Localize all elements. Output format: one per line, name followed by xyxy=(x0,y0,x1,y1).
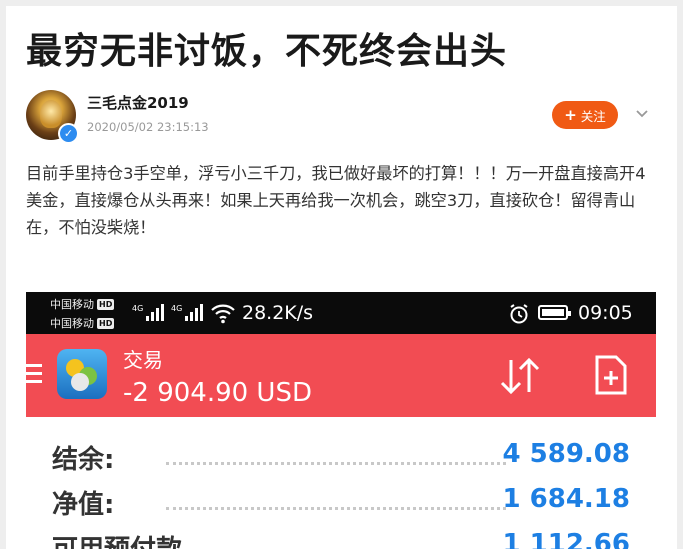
row-dotted-leader xyxy=(166,462,506,465)
page-top-edge xyxy=(0,0,683,6)
trade-app-bar: 交易 -2 904.90 USD xyxy=(26,334,656,417)
avatar-image xyxy=(40,100,62,128)
follow-button[interactable]: + 关注 xyxy=(552,101,618,129)
signal-4g-icon: 4G xyxy=(171,304,203,321)
row-value: 4 589.08 xyxy=(502,439,630,469)
verified-badge-icon: ✓ xyxy=(58,123,79,144)
svg-text:4G: 4G xyxy=(132,304,143,313)
sort-arrows-icon[interactable] xyxy=(498,356,542,396)
trade-screen-title: 交易 xyxy=(123,348,163,372)
metatrader-logo-icon xyxy=(57,349,107,399)
account-summary: 结余: 4 589.08 净值: 1 684.18 可用预付款 1 112.66 xyxy=(26,417,656,549)
hd-badge: HD xyxy=(97,299,115,310)
phone-status-bar: 中国移动 HD 中国移动 HD 4G 4G 28.2K/s 09:05 xyxy=(26,292,656,334)
balance-row: 结余: 4 589.08 xyxy=(26,439,656,485)
page-right-edge xyxy=(677,0,683,549)
carrier-label-1: 中国移动 HD xyxy=(50,298,115,311)
article-title: 最穷无非讨饭，不死终会出头 xyxy=(26,31,508,72)
signal-4g-icon: 4G xyxy=(132,304,164,321)
wifi-icon xyxy=(211,304,235,324)
network-speed: 28.2K/s xyxy=(242,302,314,324)
equity-row: 净值: 1 684.18 xyxy=(26,484,656,530)
row-value: 1 112.66 xyxy=(502,529,630,549)
status-time: 09:05 xyxy=(578,302,633,324)
embedded-screenshot: 中国移动 HD 中国移动 HD 4G 4G 28.2K/s 09:05 交易 -… xyxy=(26,292,656,549)
carrier-label-2: 中国移动 HD xyxy=(50,317,115,330)
follow-label: 关注 xyxy=(580,108,606,124)
page-left-edge xyxy=(0,0,6,549)
chevron-down-icon[interactable] xyxy=(634,106,650,122)
article-body: 目前手里持仓3手空单，浮亏小三千刀，我已做好最坏的打算！！！万一开盘直接高开4美… xyxy=(26,164,646,237)
row-label: 可用预付款 xyxy=(52,529,182,549)
row-dotted-leader xyxy=(166,507,506,510)
free-margin-row: 可用预付款 1 112.66 xyxy=(26,529,656,549)
row-value: 1 684.18 xyxy=(502,484,630,514)
hd-badge: HD xyxy=(97,318,115,329)
row-label: 结余: xyxy=(52,445,115,475)
post-timestamp: 2020/05/02 23:15:13 xyxy=(87,120,209,134)
row-label: 净值: xyxy=(52,490,115,520)
menu-icon[interactable] xyxy=(26,364,42,388)
svg-text:4G: 4G xyxy=(171,304,182,313)
plus-icon: + xyxy=(564,105,577,124)
alarm-clock-icon xyxy=(510,304,528,324)
battery-icon xyxy=(538,305,571,320)
floating-profit: -2 904.90 USD xyxy=(123,378,312,408)
author-name[interactable]: 三毛点金2019 xyxy=(87,92,189,113)
new-order-icon[interactable] xyxy=(594,354,628,396)
